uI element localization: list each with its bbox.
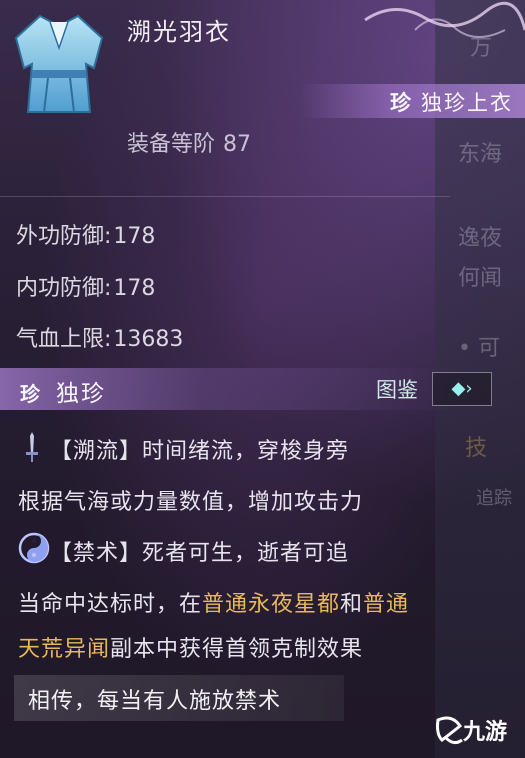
- stat-max-hp: 气血上限:13683: [16, 321, 183, 353]
- stat-outer-defense: 外功防御:178: [16, 218, 155, 250]
- bg-text: 何闻: [458, 266, 503, 291]
- effect2-desc-line2: 天荒异闻副本中获得首领克制效果: [18, 631, 363, 663]
- effect1-desc: 根据气海或力量数值，增加攻击力: [18, 490, 364, 515]
- diamond-arrow-icon: ◆: [451, 378, 466, 399]
- stat-label: 外功防御:: [16, 224, 112, 249]
- stat-label: 内功防御:: [16, 276, 112, 301]
- quality-label: 独珍上衣: [421, 91, 513, 115]
- quality-banner: 珍独珍上衣: [300, 84, 525, 118]
- gear-level: 装备等阶 87: [127, 126, 259, 158]
- bg-text: 逸夜: [458, 226, 503, 251]
- effect2-text: 和: [340, 592, 364, 617]
- stat-label: 气血上限:: [16, 327, 112, 352]
- gear-level-value: 87: [223, 132, 252, 157]
- lore-box: 相传，每当有人施放禁术: [14, 675, 344, 721]
- divider: [0, 196, 450, 197]
- item-header: 溯光羽衣 珍独珍上衣 装备等阶 87: [0, 0, 525, 195]
- gear-level-label: 装备等阶: [127, 132, 216, 157]
- dungeon-name-highlight: 普通永夜星都: [202, 592, 341, 617]
- dungeon-name-highlight: 普通: [363, 592, 410, 617]
- effect2-text: 当命中达标时，在: [18, 592, 203, 617]
- atlas-button[interactable]: ◆›: [432, 372, 492, 406]
- bg-text: 技: [465, 436, 488, 461]
- bg-text: 追踪: [476, 488, 512, 509]
- taiji-icon: [18, 532, 50, 564]
- effect2-title: 【禁术】死者可生，逝者可追: [50, 541, 350, 566]
- robe-icon: [14, 14, 104, 113]
- effect1-title: 【溯流】时间绪流，穿梭身旁: [50, 439, 350, 464]
- quality-badge: 珍: [390, 91, 413, 115]
- lore-text: 相传，每当有人施放禁术: [28, 689, 282, 714]
- section-badge: 珍: [20, 382, 42, 406]
- stat-inner-defense: 内功防御:178: [16, 270, 155, 302]
- sword-icon: [26, 432, 38, 462]
- stat-value: 178: [113, 276, 156, 301]
- stat-value: 13683: [113, 327, 184, 352]
- watermark-text: 九游: [463, 720, 508, 745]
- stat-value: 178: [113, 224, 156, 249]
- quality-label-wrap: 珍独珍上衣: [390, 87, 513, 117]
- section-title: 珍独珍: [20, 374, 106, 408]
- bg-text: • 可: [458, 336, 500, 361]
- effect2-desc-line1: 当命中达标时，在普通永夜星都和普通: [18, 586, 409, 618]
- atlas-label[interactable]: 图鉴: [376, 374, 418, 404]
- item-name: 溯光羽衣: [127, 18, 231, 46]
- section-title-text: 独珍: [56, 381, 106, 407]
- dungeon-name-highlight: 天荒异闻: [18, 637, 111, 662]
- chevron-right-icon: ›: [465, 378, 473, 399]
- effect2-text: 副本中获得首领克制效果: [110, 637, 364, 662]
